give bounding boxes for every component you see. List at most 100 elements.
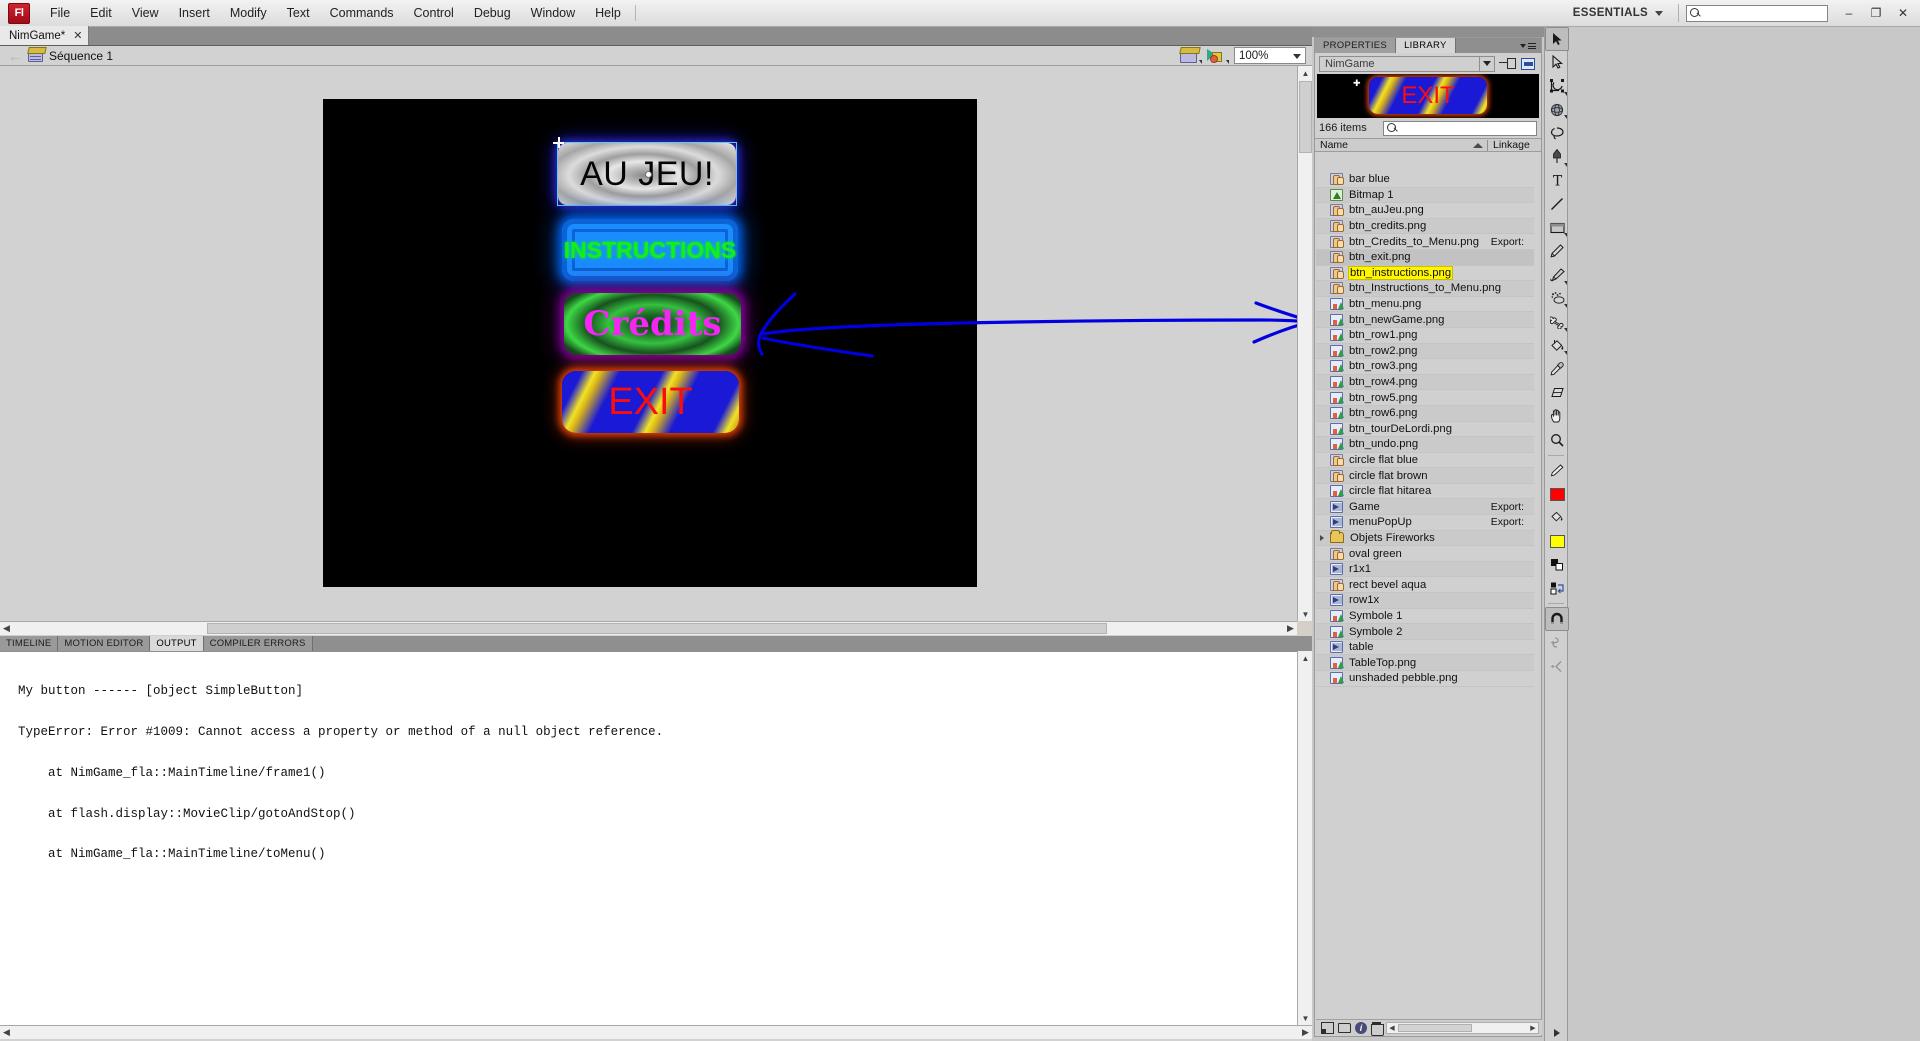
menu-view[interactable]: View [122,2,169,24]
library-item-row[interactable]: btn_row3.png [1316,359,1534,375]
minimize-button[interactable]: – [1836,3,1862,23]
library-item-row[interactable]: btn_row2.png [1316,343,1534,360]
stage-vertical-scrollbar[interactable]: ▲ ▼ [1297,66,1312,621]
scroll-down-icon[interactable]: ▼ [1298,1011,1313,1025]
library-item-row[interactable]: r1x1 [1316,561,1534,578]
library-item-row[interactable]: btn_Credits_to_Menu.png Export: [1316,234,1534,250]
library-item-row[interactable]: btn_undo.png [1316,437,1534,453]
new-symbol-icon[interactable] [1321,1021,1334,1034]
sort-ascending-icon[interactable] [1473,142,1483,148]
library-item-list[interactable]: bar blue Bitmap 1 btn_auJeu.png btn_credits… [1316,172,1534,1018]
hand-tool-icon[interactable] [1545,405,1569,429]
paint-bucket-tool-icon[interactable] [1545,334,1569,358]
free-transform-tool-icon[interactable] [1545,74,1569,98]
library-item-row[interactable]: circle flat blue [1316,453,1534,469]
library-item-row[interactable]: table [1316,640,1534,656]
back-arrow-icon[interactable]: ← [8,49,28,63]
spray-brush-tool-icon[interactable] [1545,287,1569,311]
library-item-row[interactable]: rect bevel aqua [1316,577,1534,594]
smooth-icon[interactable] [1545,631,1569,655]
stage-button-exit[interactable]: EXIT [562,371,739,433]
panel-menu-icon[interactable] [1520,42,1536,49]
scroll-up-icon[interactable]: ▲ [1298,66,1313,80]
menu-file[interactable]: File [40,2,80,24]
menu-text[interactable]: Text [277,2,320,24]
scroll-down-icon[interactable]: ▼ [1298,607,1313,621]
menu-insert[interactable]: Insert [169,2,220,24]
swap-colors-icon[interactable] [1545,577,1569,601]
library-item-row[interactable]: Bitmap 1 [1316,187,1534,204]
brush-tool-icon[interactable] [1545,263,1569,287]
library-item-row[interactable]: btn_menu.png [1316,297,1534,313]
scroll-up-icon[interactable]: ▲ [1298,651,1313,665]
stage-button-credits[interactable]: Crédits [564,293,741,355]
library-item-row[interactable]: btn_newGame.png [1316,312,1534,328]
library-item-row[interactable]: menuPopUp Export: [1316,515,1534,531]
stage-area[interactable]: AU JEU! INSTRUCTIONS Crédits EXIT [0,66,1312,621]
scrollbar-thumb[interactable] [207,622,1107,634]
output-console[interactable]: My button ------ [object SimpleButton] T… [0,651,1297,1025]
scrollbar-track[interactable] [13,621,1284,635]
column-header-linkage[interactable]: Linkage [1493,139,1541,151]
tab-timeline[interactable]: TIMELINE [0,636,59,651]
tools-panel-expand[interactable] [1545,1025,1569,1041]
library-document-select[interactable]: NimGame [1319,55,1495,72]
stroke-color-value[interactable] [1545,482,1569,506]
line-tool-icon[interactable] [1545,192,1569,216]
output-vertical-scrollbar[interactable]: ▲ ▼ [1297,651,1312,1025]
library-search-box[interactable] [1383,120,1537,136]
library-search-input[interactable] [1398,121,1536,135]
library-item-row[interactable]: Symbole 1 [1316,609,1534,625]
scrollbar-track[interactable] [13,1026,1299,1039]
fill-color-swatch[interactable] [1545,506,1569,530]
edit-symbols-button[interactable] [1207,48,1229,64]
folder-expand-icon[interactable] [1320,534,1324,541]
scroll-left-icon[interactable]: ◀ [1387,1024,1397,1032]
scroll-left-icon[interactable]: ◀ [0,1026,13,1039]
new-folder-icon[interactable] [1338,1022,1351,1033]
delete-icon[interactable] [1371,1021,1384,1036]
close-icon[interactable]: ✕ [73,29,82,42]
black-white-colors-icon[interactable] [1545,553,1569,577]
library-item-row[interactable]: Game Export: [1316,499,1534,516]
library-item-row[interactable]: btn_row5.png [1316,390,1534,406]
library-item-row[interactable]: btn_auJeu.png [1316,203,1534,219]
selection-tool-icon[interactable] [1545,27,1569,51]
library-item-row[interactable]: btn_credits.png [1316,218,1534,235]
library-item-row[interactable]: btn_exit.png [1316,249,1534,266]
tab-compiler-errors[interactable]: COMPILER ERRORS [203,636,313,651]
tab-library[interactable]: LIBRARY [1396,38,1456,53]
menu-window[interactable]: Window [521,2,585,24]
output-horizontal-scrollbar[interactable]: ◀ ▶ [0,1025,1312,1039]
scroll-left-icon[interactable]: ◀ [0,621,13,635]
library-item-row[interactable]: btn_instructions.png [1316,265,1534,282]
library-item-row[interactable]: circle flat brown [1316,468,1534,484]
scroll-right-icon[interactable]: ▶ [1299,1026,1312,1039]
3d-rotation-tool-icon[interactable] [1545,98,1569,122]
library-item-row[interactable]: row1x [1316,593,1534,609]
stage-horizontal-scrollbar[interactable]: ◀ ▶ [0,621,1297,635]
stage-button-instructions[interactable]: INSTRUCTIONS [562,219,738,281]
help-search-input[interactable] [1701,6,1827,20]
close-button[interactable]: ✕ [1890,3,1916,23]
library-item-row[interactable]: btn_Instructions_to_Menu.png [1316,281,1534,297]
eraser-tool-icon[interactable] [1545,381,1569,405]
scroll-right-icon[interactable]: ▶ [1284,621,1297,635]
eyedropper-tool-icon[interactable] [1545,357,1569,381]
pin-library-icon[interactable] [1499,57,1516,71]
fill-color-value[interactable] [1545,529,1569,553]
workspace-switcher[interactable]: ESSENTIALS [1565,4,1671,22]
menu-debug[interactable]: Debug [464,2,521,24]
maximize-button[interactable]: ❐ [1863,3,1889,23]
document-tab-nimgame[interactable]: NimGame* ✕ [0,26,90,45]
straighten-icon[interactable] [1545,654,1569,678]
lasso-tool-icon[interactable] [1545,121,1569,145]
subselection-tool-icon[interactable] [1545,51,1569,75]
bone-tool-icon[interactable] [1545,310,1569,334]
scrollbar-thumb[interactable] [1398,1023,1472,1032]
menu-modify[interactable]: Modify [220,2,277,24]
menu-edit[interactable]: Edit [80,2,122,24]
menu-help[interactable]: Help [585,2,631,24]
library-item-row[interactable]: Objets Fireworks [1316,530,1534,547]
stage-canvas[interactable]: AU JEU! INSTRUCTIONS Crédits EXIT [323,99,977,587]
